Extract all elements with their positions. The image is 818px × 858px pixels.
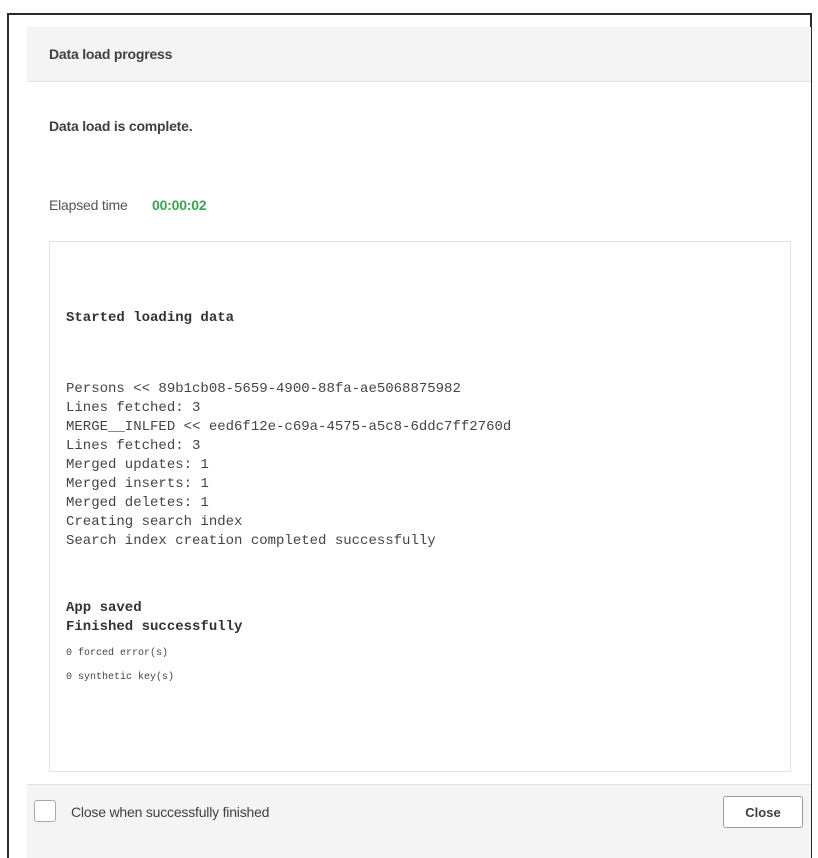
- log-line: Started loading data: [66, 310, 235, 326]
- log-line: Merged inserts: 1: [66, 476, 209, 492]
- dialog-header: Data load progress: [27, 27, 811, 82]
- log-line: 0 synthetic key(s): [66, 672, 175, 683]
- log-line: Persons << 89b1cb08-5659-4900-88fa-ae506…: [66, 381, 461, 397]
- close-button[interactable]: Close: [723, 796, 803, 828]
- close-when-finished-label[interactable]: Close when successfully finished: [71, 804, 269, 820]
- dialog-footer: Close when successfully finished Close: [27, 784, 811, 858]
- dialog-title: Data load progress: [49, 46, 173, 62]
- log-line: Merged deletes: 1: [66, 495, 209, 511]
- log-line: Lines fetched: 3: [66, 400, 201, 416]
- log-line: Lines fetched: 3: [66, 438, 201, 454]
- data-load-progress-dialog: Data load progress Data load is complete…: [27, 27, 811, 858]
- status-message: Data load is complete.: [49, 118, 193, 134]
- log-line: Finished successfully: [66, 619, 243, 635]
- log-line: App saved: [66, 600, 142, 616]
- log-line: 0 forced error(s): [66, 648, 169, 659]
- load-log-panel[interactable]: Started loading data Persons << 89b1cb08…: [49, 241, 791, 772]
- elapsed-time-value: 00:00:02: [152, 197, 207, 213]
- log-line: MERGE__INLFED << eed6f12e-c69a-4575-a5c8…: [66, 419, 512, 435]
- log-line: Creating search index: [66, 514, 243, 530]
- close-when-finished-checkbox[interactable]: [34, 800, 56, 822]
- elapsed-time-label: Elapsed time: [49, 197, 128, 213]
- log-line: Search index creation completed successf…: [66, 533, 436, 549]
- log-line: Merged updates: 1: [66, 457, 209, 473]
